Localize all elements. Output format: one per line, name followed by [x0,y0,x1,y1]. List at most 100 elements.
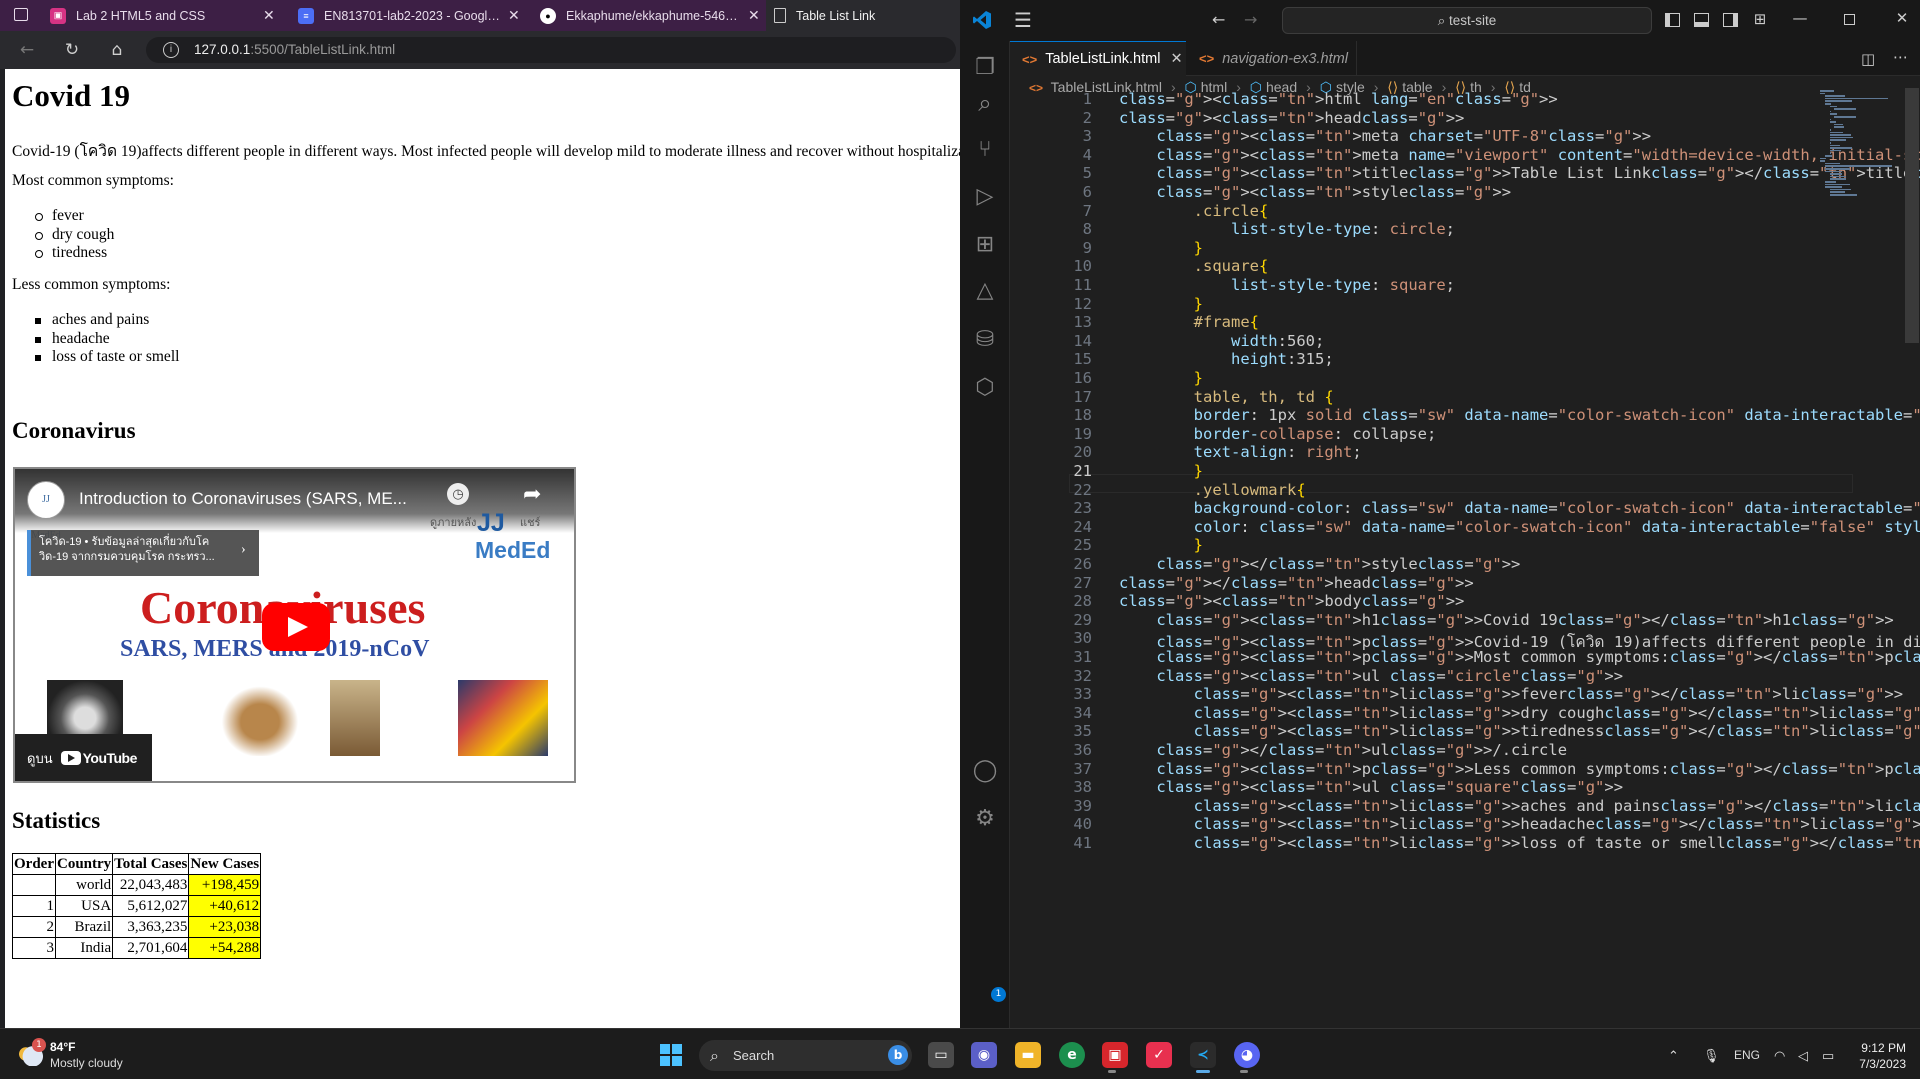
code-line[interactable]: .circle{ [1119,202,1269,220]
toggle-secondary-sidebar-icon[interactable] [1723,13,1738,27]
close-icon[interactable]: ✕ [508,7,522,24]
search-icon[interactable]: ⌕ [971,89,999,117]
discord-icon[interactable]: ◕ [1234,1042,1260,1068]
app-icon[interactable]: ▣ [1102,1042,1128,1068]
language-indicator[interactable]: ENG [1734,1048,1760,1062]
more-actions-icon[interactable]: ⋯ [1893,48,1908,66]
minimap[interactable] [1818,88,1908,1028]
home-icon[interactable]: ⌂ [106,39,128,61]
menu-icon[interactable]: ☰ [1014,10,1036,30]
windows-start-icon[interactable] [660,1044,682,1066]
code-line[interactable]: class="g"></class="tn">headclass="g">> [1119,574,1474,592]
edge-icon[interactable]: e [1059,1042,1085,1068]
code-line[interactable]: class="g"><class="tn">ul class="square"c… [1119,778,1623,796]
code-line[interactable]: list-style-type: circle; [1119,220,1455,238]
watch-on-youtube[interactable]: ดูบน YouTube [15,734,152,781]
minimize-icon[interactable]: — [1791,9,1809,27]
clock-icon[interactable]: ◷ [447,483,469,505]
code-line[interactable]: class="g"><class="tn">meta name="viewpor… [1119,146,1920,164]
code-line[interactable]: class="g"><class="tn">headclass="g">> [1119,109,1464,127]
code-line[interactable]: class="g"><class="tn">liclass="g">>dry c… [1119,704,1920,722]
code-line[interactable]: class="g"><class="tn">styleclass="g">> [1119,183,1511,201]
chevron-up-icon[interactable]: ⌃ [1668,1048,1679,1064]
code-line[interactable]: class="g"><class="tn">liclass="g">>fever… [1119,685,1903,703]
code-line[interactable]: table, th, td { [1119,388,1334,406]
run-debug-icon[interactable]: ▷ [971,183,999,211]
tab-navigation-ex3[interactable]: <> navigation-ex3.html [1187,41,1357,76]
back-icon[interactable]: ← [1212,10,1225,29]
browser-tab-github[interactable]: ● Ekkaphume/ekkaphume-5462-web ✕ [532,0,770,31]
azure-icon[interactable]: △ [971,277,999,305]
wifi-icon[interactable]: ◠ [1774,1048,1785,1064]
database-icon[interactable]: ⛁ [971,326,999,354]
gear-icon[interactable]: ⚙ [971,805,999,833]
youtube-embed[interactable]: Coronaviruses SARS, MERS and 2019-nCoV J… [13,467,576,783]
code-line[interactable]: color: class="sw" data-name="color-swatc… [1119,518,1920,536]
code-line[interactable]: border: 1px solid class="sw" data-name="… [1119,406,1920,424]
channel-avatar[interactable]: JJ MedEd [27,481,65,541]
code-line[interactable]: } [1119,239,1203,257]
close-icon[interactable]: ✕ [1893,9,1911,27]
code-line[interactable]: .yellowmark{ [1119,481,1306,499]
back-icon[interactable]: ← [16,39,38,61]
code-line[interactable]: width:560; [1119,332,1324,350]
weather-desc[interactable]: Mostly cloudy [50,1056,123,1070]
code-line[interactable]: background-color: class="sw" data-name="… [1119,499,1920,517]
code-line[interactable]: class="g"><class="tn">pclass="g">>Less c… [1119,760,1920,778]
close-icon[interactable]: ✕ [263,7,277,24]
code-line[interactable]: class="g"><class="tn">liclass="g">>heada… [1119,815,1920,833]
code-line[interactable]: class="g"><class="tn">liclass="g">>loss … [1119,834,1920,852]
customize-layout-icon[interactable]: ⊞ [1751,10,1769,28]
code-line[interactable]: class="g"><class="tn">liclass="g">>aches… [1119,797,1920,815]
code-line[interactable]: } [1119,462,1203,480]
toggle-panel-icon[interactable] [1694,13,1709,27]
toggle-sidebar-icon[interactable] [1665,13,1680,27]
split-editor-icon[interactable]: ◫ [1861,50,1875,68]
explorer-icon[interactable]: ❐ [971,54,999,82]
close-icon[interactable]: ✕ [1170,51,1182,67]
weather-temp[interactable]: 84°F [50,1040,75,1054]
video-title[interactable]: Introduction to Coronaviruses (SARS, ME.… [79,489,407,509]
browser-tab-active[interactable]: Table List Link [766,0,960,31]
account-icon[interactable]: ◯ [971,757,999,785]
taskbar-search[interactable]: Search [699,1040,912,1071]
bing-icon[interactable]: b [888,1045,908,1065]
browser-tab-docs[interactable]: ≡ EN813701-lab2-2023 - Google Docs ✕ [290,0,530,31]
command-center-search[interactable]: ⌕ test-site [1282,7,1652,34]
maximize-icon[interactable] [1844,14,1855,25]
tab-tablelistlink[interactable]: <> TableListLink.html ✕ [1010,41,1186,76]
file-explorer-icon[interactable]: ▬ [1015,1042,1041,1068]
info-card[interactable]: โควิด-19 • รับข้อมูลล่าสุดเกี่ยวกับโค วิด… [27,530,259,576]
chevron-right-icon[interactable]: › [241,542,246,558]
tab-actions-icon[interactable] [14,8,28,21]
code-line[interactable]: class="g"></class="tn">ulclass="g">>/.ci… [1119,741,1567,759]
play-icon[interactable] [262,603,330,651]
code-line[interactable]: class="g"><class="tn">html lang="en"clas… [1119,90,1558,108]
forward-icon[interactable]: → [1244,10,1257,29]
editor-scrollbar[interactable] [1905,88,1919,343]
code-line[interactable]: text-align: right; [1119,443,1362,461]
code-line[interactable]: class="g"><class="tn">meta charset="UTF-… [1119,127,1651,145]
code-line[interactable]: border-collapse: collapse; [1119,425,1437,443]
vscode-taskbar-icon[interactable]: ≺ [1190,1042,1216,1068]
code-editor[interactable]: 1 class="g"><class="tn">html lang="en"cla… [1010,88,1920,1028]
code-line[interactable]: class="g"><class="tn">h1class="g">>Covid… [1119,611,1893,629]
containers-icon[interactable]: ⬡ [971,374,999,402]
close-icon[interactable]: ✕ [748,7,762,24]
code-line[interactable]: height:315; [1119,350,1334,368]
code-line[interactable]: class="g"><class="tn">ul class="circle"c… [1119,667,1623,685]
browser-tab-lab2[interactable]: ▣ Lab 2 HTML5 and CSS ✕ [42,0,285,31]
source-control-icon[interactable]: ⑂ [971,136,999,164]
reload-icon[interactable]: ↻ [61,39,83,61]
code-line[interactable]: list-style-type: square; [1119,276,1455,294]
code-line[interactable]: #frame{ [1119,313,1259,331]
microphone-icon[interactable]: 🎙 [1703,1048,1720,1064]
code-line[interactable]: class="g"><class="tn">liclass="g">>tired… [1119,722,1920,740]
battery-icon[interactable]: ▭ [1822,1048,1834,1064]
extensions-icon[interactable]: ⊞ [971,231,999,259]
system-clock[interactable]: 9:12 PM 7/3/2023 [1854,1040,1906,1072]
url-text[interactable]: 127.0.0.1:5500/TableListLink.html [194,42,395,57]
code-line[interactable]: class="g"></class="tn">styleclass="g">> [1119,555,1520,573]
code-line[interactable]: class="g"><class="tn">titleclass="g">>Ta… [1119,164,1920,182]
teams-icon[interactable]: ◉ [971,1042,997,1068]
